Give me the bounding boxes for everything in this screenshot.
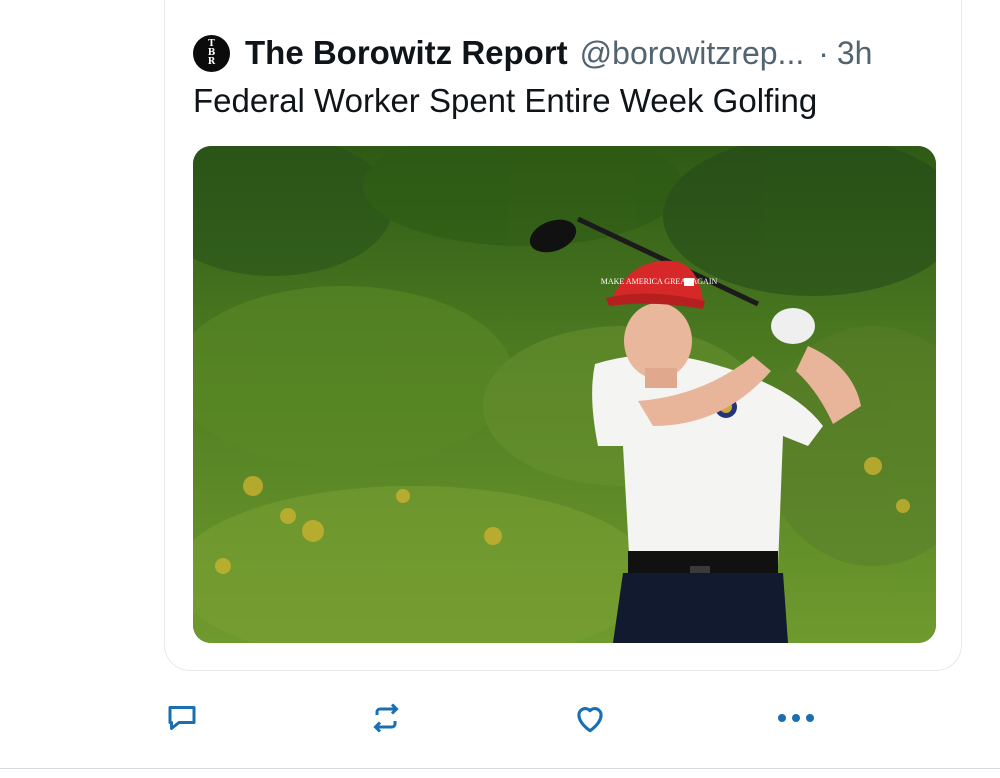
golfer-photo: MAKE AMERICA GREAT AGAIN <box>193 146 936 643</box>
more-button[interactable] <box>774 690 818 746</box>
reply-button[interactable] <box>160 690 204 746</box>
post-actions <box>0 690 1000 746</box>
author-handle[interactable]: @borowitzrep... <box>580 35 805 72</box>
repost-icon <box>373 703 399 733</box>
repost-button[interactable] <box>364 690 408 746</box>
divider <box>0 768 1000 769</box>
meta-separator: · <box>818 34 829 71</box>
quoted-post-card[interactable]: TBR The Borowitz Report @borowitzrep... … <box>164 0 962 671</box>
author-avatar[interactable]: TBR <box>193 34 230 72</box>
post-timestamp[interactable]: 3h <box>837 35 873 72</box>
more-icon <box>778 714 814 722</box>
author-name[interactable]: The Borowitz Report <box>245 34 568 72</box>
reply-icon <box>168 706 196 730</box>
post-text: Federal Worker Spent Entire Week Golfing <box>193 82 818 119</box>
hat-text: MAKE AMERICA GREAT AGAIN <box>601 277 718 286</box>
like-icon <box>577 707 603 733</box>
post-header: TBR The Borowitz Report @borowitzrep... … <box>193 30 937 76</box>
post-image[interactable]: MAKE AMERICA GREAT AGAIN <box>193 146 936 643</box>
like-button[interactable] <box>568 690 612 746</box>
